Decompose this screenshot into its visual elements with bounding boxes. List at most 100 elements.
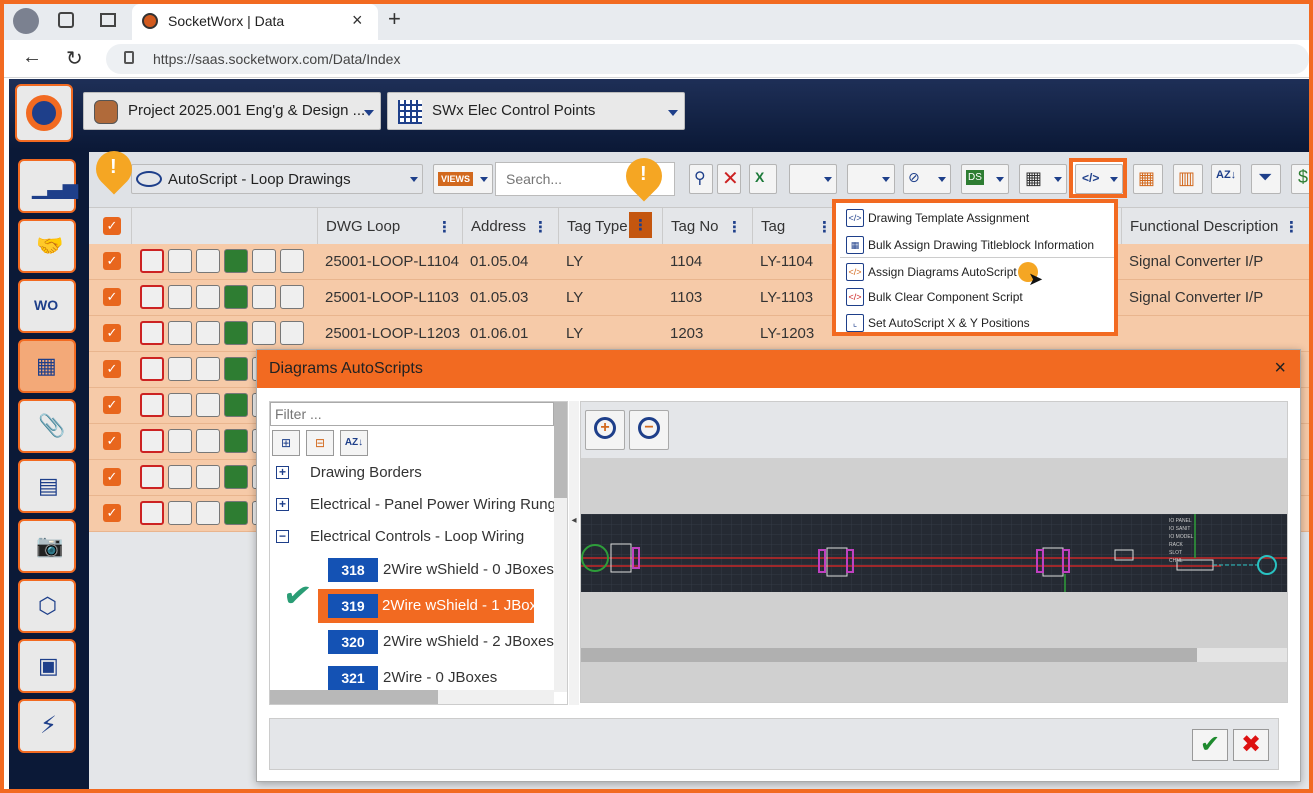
- attach-icon[interactable]: [168, 285, 192, 309]
- ds-icon[interactable]: [224, 393, 248, 417]
- sort-button[interactable]: AZ↓: [1211, 164, 1241, 194]
- filter-button[interactable]: ⏷: [1251, 164, 1281, 194]
- expand-all-button[interactable]: ⊞: [272, 430, 300, 456]
- expand-icon[interactable]: +: [276, 498, 289, 511]
- scroll-thumb[interactable]: [270, 690, 438, 704]
- sidebar-camera[interactable]: 📷: [18, 519, 76, 573]
- tag-icon[interactable]: [280, 285, 304, 309]
- menu-set-xy-positions[interactable]: ⌞ Set AutoScript X & Y Positions: [840, 310, 1114, 336]
- row-checkbox[interactable]: ✓: [103, 468, 121, 486]
- attach-icon[interactable]: [168, 501, 192, 525]
- tree-script-item[interactable]: 318 2Wire wShield - 0 JBoxes: [328, 558, 554, 582]
- code-icon[interactable]: [252, 321, 276, 345]
- collapse-icon[interactable]: −: [276, 530, 289, 543]
- sidebar-attachments[interactable]: 📎: [18, 399, 76, 453]
- edit-icon[interactable]: [140, 357, 164, 381]
- scroll-thumb[interactable]: [554, 402, 567, 498]
- remove-attach-icon[interactable]: [196, 285, 220, 309]
- grid-layout-button[interactable]: ▦: [1019, 164, 1067, 194]
- sidebar-data[interactable]: ▦: [18, 339, 76, 393]
- ds-icon[interactable]: [224, 249, 248, 273]
- row-checkbox[interactable]: ✓: [103, 288, 121, 306]
- attach-icon[interactable]: [168, 249, 192, 273]
- edit-icon[interactable]: [140, 321, 164, 345]
- col-dwg-loop[interactable]: DWG Loop ⋮: [317, 208, 462, 244]
- collapse-all-button[interactable]: ⊟: [306, 430, 334, 456]
- reload-icon[interactable]: ↻: [66, 46, 83, 71]
- modal-close-icon[interactable]: ×: [1274, 357, 1286, 380]
- browser-tab[interactable]: SocketWorx | Data ×: [132, 4, 378, 40]
- edit-icon[interactable]: [140, 465, 164, 489]
- menu-drawing-template-assignment[interactable]: </> Drawing Template Assignment: [840, 205, 1114, 231]
- sort-az-button[interactable]: AZ↓: [340, 430, 368, 456]
- edit-icon[interactable]: [140, 285, 164, 309]
- ds-icon[interactable]: [224, 429, 248, 453]
- url-field[interactable]: https://saas.socketworx.com/Data/Index: [106, 44, 1309, 74]
- row-checkbox[interactable]: ✓: [103, 360, 121, 378]
- filter-input[interactable]: [270, 402, 554, 426]
- form-button[interactable]: [789, 164, 837, 194]
- table-row[interactable]: ✓ 25001-LOOP-L1104 01.05.04 LY 1104 LY-1104 Si…: [89, 244, 1309, 280]
- ds-icon[interactable]: [224, 321, 248, 345]
- row-checkbox[interactable]: ✓: [103, 432, 121, 450]
- remove-attach-icon[interactable]: [196, 393, 220, 417]
- kebab-icon[interactable]: ⋮: [817, 218, 832, 236]
- attach-icon[interactable]: [168, 465, 192, 489]
- back-icon[interactable]: ←: [22, 46, 42, 69]
- col-tag[interactable]: Tag ⋮: [752, 208, 842, 244]
- col-address[interactable]: Address ⋮: [462, 208, 558, 244]
- attach-icon[interactable]: [168, 393, 192, 417]
- ds-icon[interactable]: [224, 285, 248, 309]
- ds-icon[interactable]: [224, 357, 248, 381]
- table-row[interactable]: ✓ 25001-LOOP-L1203 01.06.01 LY 1203 LY-1203: [89, 316, 1309, 352]
- new-tab-icon[interactable]: +: [388, 6, 401, 32]
- attach-icon[interactable]: [168, 357, 192, 381]
- tree-script-item[interactable]: 320 2Wire wShield - 2 JBoxes: [328, 630, 554, 654]
- col-tag-no[interactable]: Tag No ⋮: [662, 208, 752, 244]
- attach-icon[interactable]: [168, 321, 192, 345]
- row-checkbox[interactable]: ✓: [103, 504, 121, 522]
- view-selector[interactable]: AutoScript - Loop Drawings: [131, 164, 423, 194]
- scroll-thumb[interactable]: [581, 648, 1197, 662]
- tree-script-item[interactable]: 319 2Wire wShield - 1 JBox: [318, 589, 537, 623]
- kebab-icon[interactable]: ⋮: [1284, 218, 1299, 236]
- col-tag-type[interactable]: Tag Type ⋮: [558, 208, 662, 244]
- edit-icon[interactable]: [140, 393, 164, 417]
- remove-attach-icon[interactable]: [196, 249, 220, 273]
- select-all-checkbox[interactable]: ✓: [103, 217, 121, 235]
- autoscript-button[interactable]: </>: [1075, 164, 1123, 194]
- sidebar-reports[interactable]: ▤: [18, 459, 76, 513]
- profile-icon[interactable]: [13, 8, 39, 34]
- kebab-icon[interactable]: ⋮: [437, 218, 452, 236]
- cancel-button[interactable]: ✖: [1233, 729, 1269, 761]
- app-logo[interactable]: [15, 84, 73, 142]
- tree-script-item[interactable]: 321 2Wire - 0 JBoxes: [328, 666, 548, 690]
- sidebar-3d[interactable]: ⬡: [18, 579, 76, 633]
- kebab-icon[interactable]: ⋮: [727, 218, 742, 236]
- ds-button[interactable]: DS: [961, 164, 1009, 194]
- ds-icon[interactable]: [224, 501, 248, 525]
- tree-hscrollbar[interactable]: [270, 690, 554, 704]
- close-tab-icon[interactable]: ×: [352, 10, 363, 31]
- menu-assign-diagrams-autoscript[interactable]: </> Assign Diagrams AutoScript ➤: [840, 259, 1114, 289]
- attach-button[interactable]: ⊘: [903, 164, 951, 194]
- search-button[interactable]: ⚲: [689, 164, 713, 194]
- menu-bulk-assign-titleblock[interactable]: ▦ Bulk Assign Drawing Titleblock Informat…: [840, 232, 1114, 258]
- remove-attach-icon[interactable]: [196, 429, 220, 453]
- sidebar-dashboard[interactable]: ▁▃▅: [18, 159, 78, 213]
- attach-icon[interactable]: [168, 429, 192, 453]
- sidebar-schedule[interactable]: ▣: [18, 639, 76, 693]
- clear-search-button[interactable]: ✕: [717, 164, 741, 194]
- sidebar-workorders[interactable]: WO: [18, 279, 76, 333]
- tree-vscrollbar[interactable]: [554, 402, 567, 692]
- ds-icon[interactable]: [224, 465, 248, 489]
- remove-attach-icon[interactable]: [196, 501, 220, 525]
- table-row[interactable]: ✓ 25001-LOOP-L1103 01.05.03 LY 1103 LY-1103 Si…: [89, 280, 1309, 316]
- zoom-in-button[interactable]: +: [585, 410, 625, 450]
- table-dropdown[interactable]: SWx Elec Control Points: [387, 92, 685, 130]
- template-button[interactable]: [847, 164, 895, 194]
- columns-button[interactable]: ▦: [1133, 164, 1163, 194]
- kebab-icon[interactable]: ⋮: [533, 218, 548, 236]
- row-checkbox[interactable]: ✓: [103, 324, 121, 342]
- tag-icon[interactable]: [280, 249, 304, 273]
